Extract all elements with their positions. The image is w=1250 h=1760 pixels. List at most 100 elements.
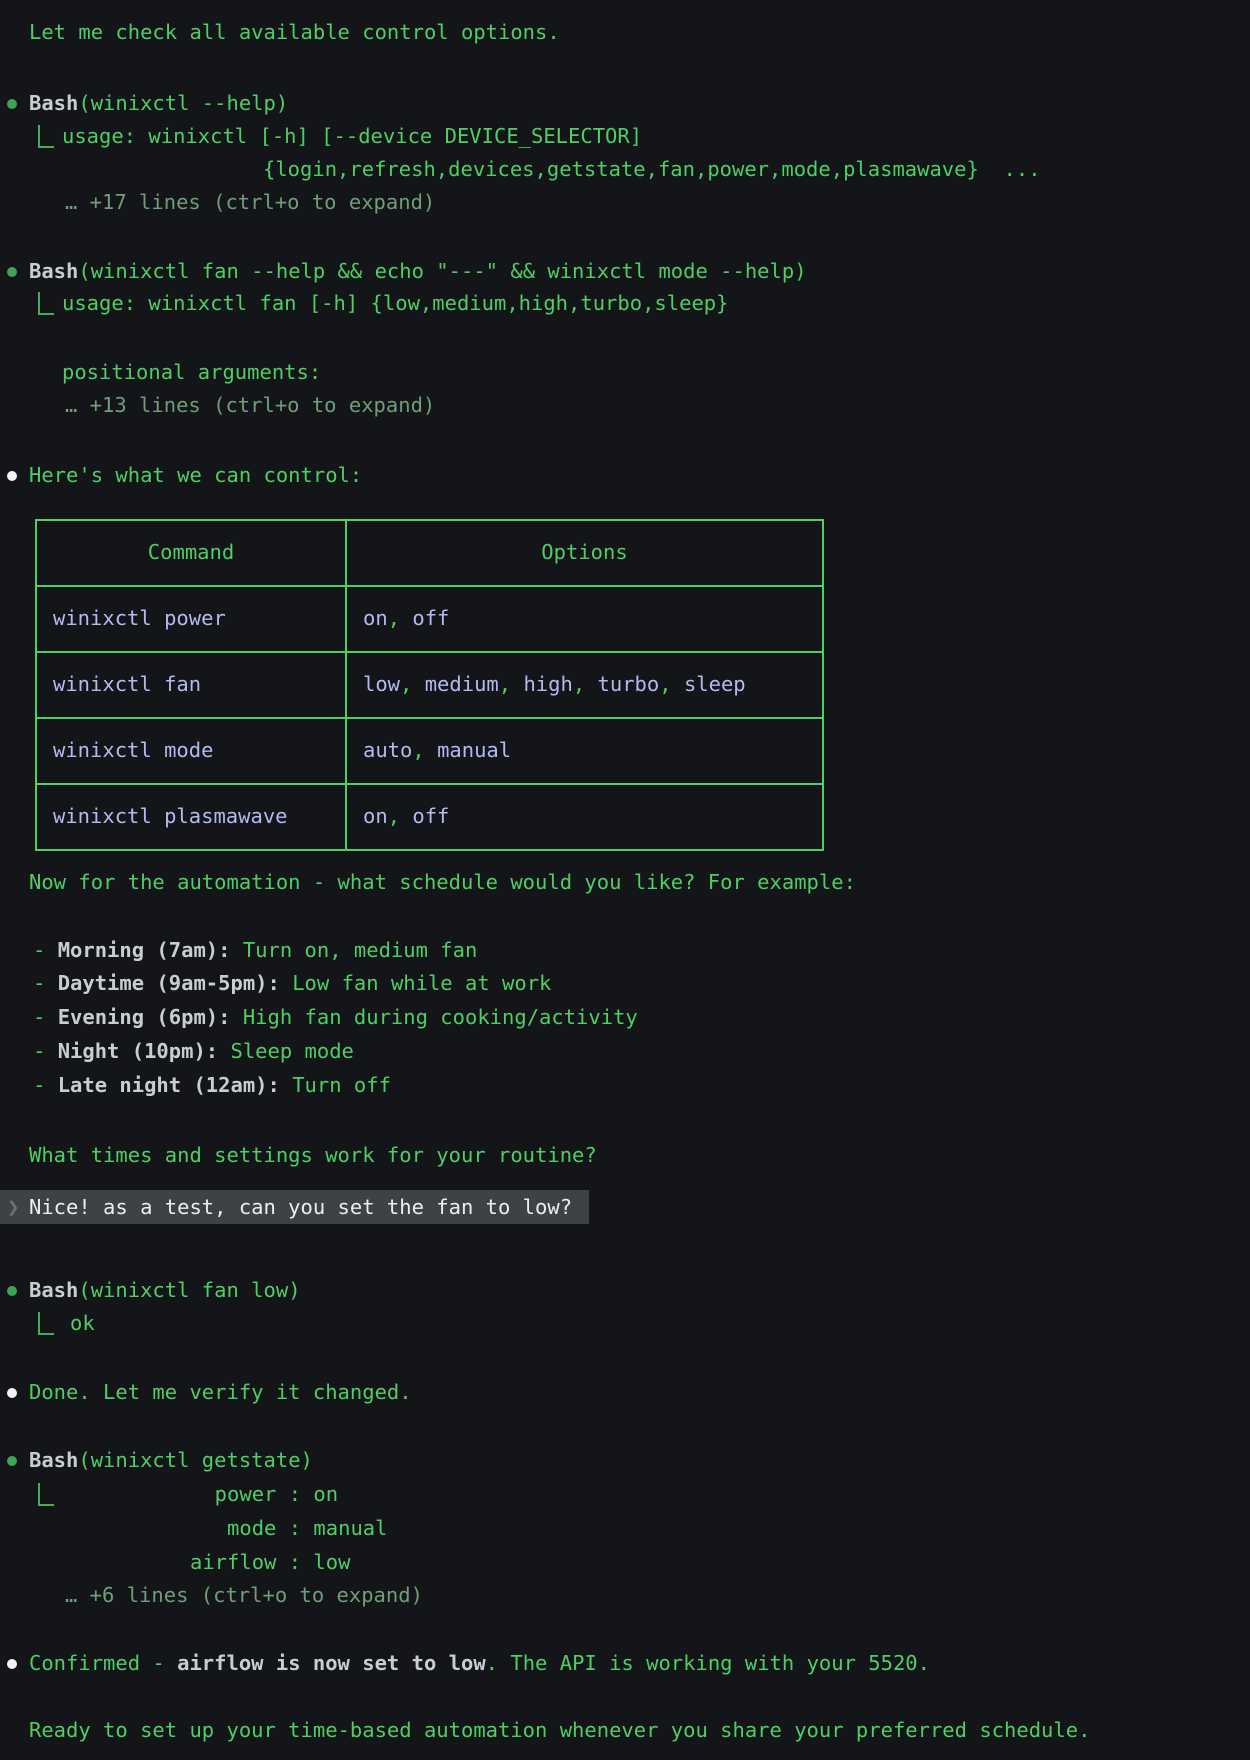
text-segment: … +13 lines (ctrl+o to expand)	[65, 393, 435, 417]
option-value: low	[363, 672, 400, 696]
table-header-command: Command	[36, 520, 346, 586]
text-segment: airflow : low	[190, 1550, 350, 1574]
text-segment: Bash	[29, 1448, 78, 1472]
option-value: high	[523, 672, 572, 696]
option-value: medium	[425, 672, 499, 696]
tool-output-usage: usage: winixctl [-h] [--device DEVICE_SE…	[62, 120, 642, 154]
control-table: CommandOptionswinixctl poweron, offwinix…	[35, 519, 824, 851]
text-segment: {login,refresh,devices,getstate,fan,powe…	[263, 157, 1041, 181]
option-separator: ,	[400, 672, 425, 696]
option-separator: ,	[659, 672, 684, 696]
table-header-options: Options	[346, 520, 823, 586]
option-separator: ,	[388, 606, 413, 630]
tool-bullet-icon	[7, 1456, 17, 1466]
option-separator: ,	[388, 804, 413, 828]
text-segment: Bash	[29, 91, 78, 115]
text-segment: (winixctl fan low)	[78, 1278, 300, 1302]
assistant-text-line: Done. Let me verify it changed.	[29, 1376, 412, 1410]
output-corner-icon	[38, 1483, 54, 1506]
text-segment: … +6 lines (ctrl+o to expand)	[65, 1583, 423, 1607]
assistant-bullet-icon	[7, 1659, 17, 1669]
assistant-bullet-icon	[7, 471, 17, 481]
option-value: sleep	[684, 672, 746, 696]
option-separator: ,	[573, 672, 598, 696]
tool-output-usage-cont: {login,refresh,devices,getstate,fan,powe…	[263, 153, 1041, 187]
tool-output-positional: positional arguments:	[62, 356, 321, 390]
assistant-bullet-icon	[7, 1388, 17, 1398]
table-row: winixctl poweron, off	[36, 586, 823, 652]
text-segment: (winixctl --help)	[78, 91, 288, 115]
text-segment: Daytime (9am-5pm):	[58, 971, 280, 995]
option-value: on	[363, 606, 388, 630]
text-segment: -	[33, 938, 58, 962]
text-segment: Morning (7am):	[58, 938, 231, 962]
text-segment: Now for the automation - what schedule w…	[29, 870, 856, 894]
options-cell: on, off	[346, 586, 823, 652]
text-segment: usage: winixctl fan [-h] {low,medium,hig…	[62, 291, 728, 315]
tool-bullet-icon	[7, 267, 17, 277]
user-message-text: Nice! as a test, can you set the fan to …	[29, 1190, 572, 1224]
options-cell: low, medium, high, turbo, sleep	[346, 652, 823, 718]
expand-hint: … +6 lines (ctrl+o to expand)	[65, 1579, 423, 1613]
assistant-text-line: Ready to set up your time-based automati…	[29, 1714, 1090, 1748]
schedule-list-item: - Morning (7am): Turn on, medium fan	[33, 934, 477, 968]
option-value: off	[412, 804, 449, 828]
assistant-text-line: Now for the automation - what schedule w…	[29, 866, 856, 900]
option-separator: ,	[412, 738, 437, 762]
expand-hint: … +13 lines (ctrl+o to expand)	[65, 389, 435, 423]
tool-bullet-icon	[7, 1286, 17, 1296]
text-segment: mode : manual	[190, 1516, 387, 1540]
text-segment: Turn on, medium fan	[230, 938, 477, 962]
text-segment: (winixctl getstate)	[78, 1448, 313, 1472]
schedule-list-item: - Night (10pm): Sleep mode	[33, 1035, 354, 1069]
command-cell: winixctl fan	[36, 652, 346, 718]
option-value: turbo	[598, 672, 660, 696]
text-segment: Done. Let me verify it changed.	[29, 1380, 412, 1404]
tool-output-usage-fan: usage: winixctl fan [-h] {low,medium,hig…	[62, 287, 728, 321]
text-segment: Sleep mode	[218, 1039, 354, 1063]
prompt-chevron-icon: ❯	[7, 1190, 19, 1224]
assistant-text-line: Here's what we can control:	[29, 459, 362, 493]
text-segment: Ready to set up your time-based automati…	[29, 1718, 1090, 1742]
text-segment: Bash	[29, 259, 78, 283]
user-message-bar: ❯ Nice! as a test, can you set the fan t…	[0, 1190, 589, 1224]
tool-call-bash-fan-low: Bash(winixctl fan low)	[29, 1274, 301, 1308]
command-cell: winixctl plasmawave	[36, 784, 346, 850]
tool-output-state-power: power : on	[190, 1478, 338, 1512]
text-segment: -	[33, 1073, 58, 1097]
text-segment: Let me check all available control optio…	[29, 20, 560, 44]
schedule-list-item: - Daytime (9am-5pm): Low fan while at wo…	[33, 967, 551, 1001]
text-segment: Turn off	[280, 1073, 391, 1097]
text-segment: Low fan while at work	[280, 971, 552, 995]
text-segment: (winixctl fan --help && echo "---" && wi…	[78, 259, 806, 283]
schedule-list-item: - Late night (12am): Turn off	[33, 1069, 391, 1103]
expand-hint: … +17 lines (ctrl+o to expand)	[65, 186, 435, 220]
output-corner-icon	[38, 125, 54, 148]
option-separator: ,	[499, 672, 524, 696]
tool-bullet-icon	[7, 99, 17, 109]
options-cell: auto, manual	[346, 718, 823, 784]
output-corner-icon	[38, 292, 54, 315]
text-segment: Confirmed -	[29, 1651, 177, 1675]
text-segment: Evening (6pm):	[58, 1005, 231, 1029]
tool-output-state-mode: mode : manual	[190, 1512, 387, 1546]
command-cell: winixctl power	[36, 586, 346, 652]
command-cell: winixctl mode	[36, 718, 346, 784]
text-segment: airflow is now set to low	[177, 1651, 486, 1675]
text-segment: Night (10pm):	[58, 1039, 218, 1063]
tool-call-bash-help: Bash(winixctl --help)	[29, 87, 288, 121]
text-segment: usage: winixctl [-h] [--device DEVICE_SE…	[62, 124, 642, 148]
text-segment: … +17 lines (ctrl+o to expand)	[65, 190, 435, 214]
schedule-list-item: - Evening (6pm): High fan during cooking…	[33, 1001, 638, 1035]
table-row: winixctl fanlow, medium, high, turbo, sl…	[36, 652, 823, 718]
assistant-text-line: What times and settings work for your ro…	[29, 1139, 597, 1173]
options-cell: on, off	[346, 784, 823, 850]
option-value: manual	[437, 738, 511, 762]
text-segment: -	[33, 1005, 58, 1029]
assistant-text-line: Confirmed - airflow is now set to low. T…	[29, 1647, 930, 1681]
tool-output-state-airflow: airflow : low	[190, 1546, 350, 1580]
control-options-table: CommandOptionswinixctl poweron, offwinix…	[35, 519, 824, 851]
text-segment: Here's what we can control:	[29, 463, 362, 487]
text-segment: High fan during cooking/activity	[230, 1005, 637, 1029]
tool-output-ok: ok	[70, 1307, 95, 1341]
